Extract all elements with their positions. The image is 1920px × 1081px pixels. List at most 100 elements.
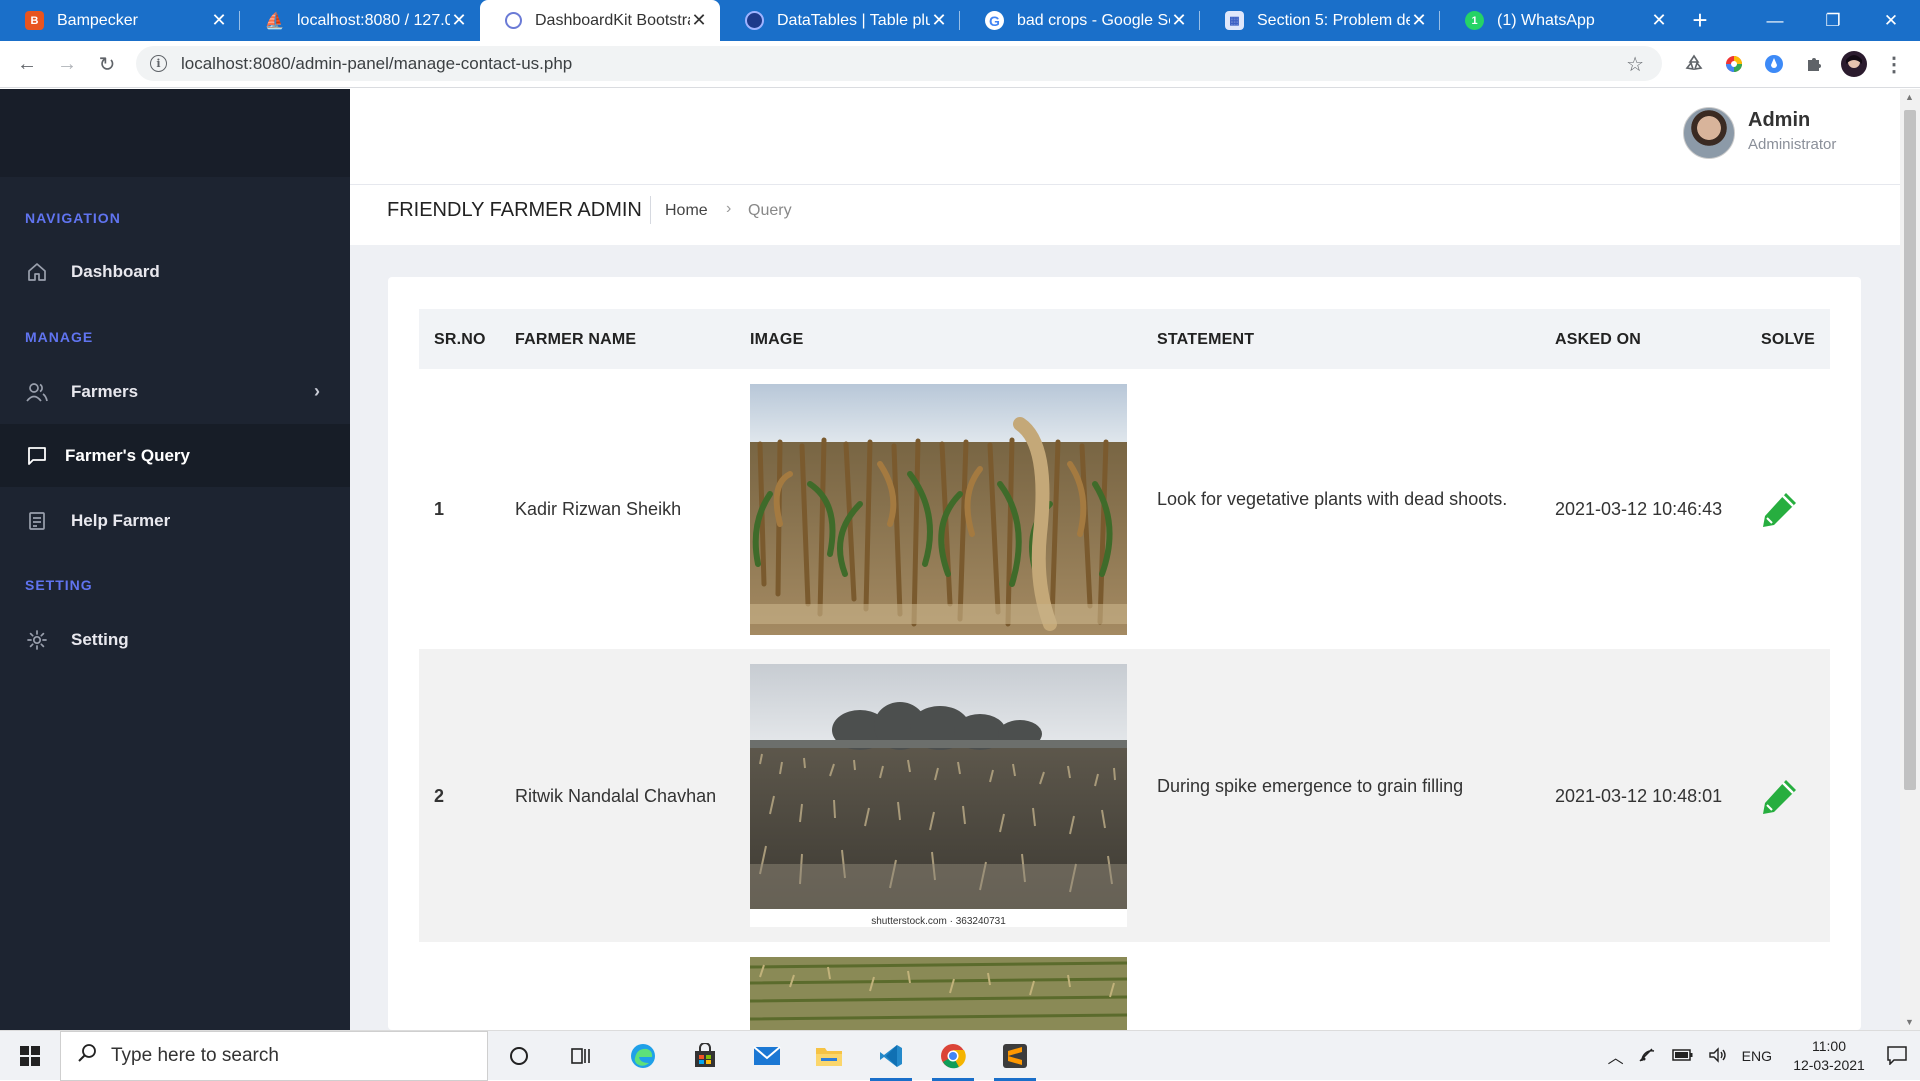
whatsapp-favicon-icon: 1 [1465, 11, 1484, 30]
close-tab-icon[interactable]: ✕ [1170, 10, 1188, 31]
window-controls: — ❐ ✕ [1746, 0, 1920, 41]
close-tab-icon[interactable]: ✕ [1410, 10, 1428, 31]
volume-icon[interactable] [1708, 1046, 1728, 1066]
solve-pencil-icon[interactable] [1758, 774, 1802, 818]
edge-browser-icon[interactable] [612, 1031, 674, 1081]
browser-tab-bampecker[interactable]: B Bampecker ✕ [0, 0, 240, 41]
home-icon [25, 260, 49, 284]
manage-section-header: MANAGE [25, 329, 94, 345]
clock-time: 11:00 [1812, 1038, 1846, 1054]
gear-icon [25, 628, 49, 652]
extensions-area: ⋮ [1680, 47, 1908, 81]
browser-tab-whatsapp[interactable]: 1 (1) WhatsApp ✕ [1440, 0, 1680, 41]
browser-tab-strip: B Bampecker ✕ ⛵ localhost:8080 / 127.0.0… [0, 0, 1920, 41]
user-name[interactable]: Admin [1748, 109, 1810, 132]
tab-title: Section 5: Problem description [1257, 11, 1410, 29]
setting-section-header: SETTING [25, 577, 93, 593]
close-tab-icon[interactable]: ✕ [210, 10, 228, 31]
sidebar-item-setting[interactable]: Setting [0, 608, 350, 671]
google-favicon-icon: G [985, 11, 1004, 30]
column-header-srno: SR.NO [434, 331, 486, 348]
profile-avatar-icon[interactable] [1840, 47, 1868, 81]
browser-toolbar: ← → ↻ i localhost:8080/admin-panel/manag… [0, 41, 1920, 88]
new-tab-button[interactable]: + [1680, 0, 1720, 41]
scroll-up-icon[interactable]: ▲ [1905, 92, 1914, 102]
color-wheel-extension-icon[interactable] [1720, 47, 1748, 81]
browser-tab-google-search[interactable]: G bad crops - Google Search ✕ [960, 0, 1200, 41]
row-statement: During spike emergence to grain filling [1157, 776, 1464, 796]
user-role: Administrator [1748, 136, 1837, 153]
breadcrumb-current: Query [748, 202, 792, 219]
sidebar-item-dashboard[interactable]: Dashboard [0, 240, 350, 303]
document-favicon-icon: ▦ [1225, 11, 1244, 30]
forward-icon[interactable]: → [47, 44, 87, 84]
browser-tab-section5[interactable]: ▦ Section 5: Problem description ✕ [1200, 0, 1440, 41]
search-placeholder: Type here to search [111, 1044, 279, 1066]
puzzle-extensions-icon[interactable] [1800, 47, 1828, 81]
avatar[interactable] [1683, 107, 1735, 159]
column-header-asked-on: ASKED ON [1555, 331, 1642, 348]
search-icon [77, 1043, 97, 1069]
scroll-down-icon[interactable]: ▼ [1905, 1017, 1914, 1027]
breadcrumb-divider [650, 196, 651, 224]
chevron-up-icon[interactable]: ︿ [1608, 1044, 1624, 1068]
nav-section-header: NAVIGATION [25, 210, 121, 226]
sidebar-item-farmers-query[interactable]: Farmer's Query [0, 424, 350, 487]
sublime-text-icon[interactable] [984, 1031, 1046, 1081]
browser-tab-phpmyadmin[interactable]: ⛵ localhost:8080 / 127.0.0.1 ✕ [240, 0, 480, 41]
reload-icon[interactable]: ↻ [87, 44, 127, 84]
page-scrollbar[interactable]: ▲ ▼ [1900, 89, 1920, 1030]
cortana-icon[interactable] [488, 1031, 550, 1081]
row-farmer-name: Ritwik Nandalal Chavhan [515, 786, 717, 806]
browser-menu-icon[interactable]: ⋮ [1880, 47, 1908, 81]
close-tab-icon[interactable]: ✕ [450, 10, 468, 31]
row-asked-on: 2021-03-12 10:46:43 [1555, 499, 1723, 519]
file-explorer-icon[interactable] [798, 1031, 860, 1081]
row-farmer-name: Kadir Rizwan Sheikh [515, 499, 682, 519]
clock-date: 12-03-2021 [1793, 1057, 1865, 1073]
task-view-icon[interactable] [550, 1031, 612, 1081]
sidebar-item-label: Dashboard [71, 261, 160, 281]
windows-start-icon[interactable] [0, 1031, 60, 1081]
mail-icon[interactable] [736, 1031, 798, 1081]
browser-tab-datatables[interactable]: DataTables | Table plug-in ✕ [720, 0, 960, 41]
row-sr-no: 2 [434, 786, 445, 806]
system-clock[interactable]: 11:00 12-03-2021 [1786, 1037, 1872, 1075]
blue-drop-extension-icon[interactable] [1760, 47, 1788, 81]
close-tab-icon[interactable]: ✕ [1650, 10, 1668, 31]
solve-pencil-icon[interactable] [1758, 487, 1802, 531]
notification-icon[interactable] [1886, 1045, 1908, 1068]
battery-icon[interactable] [1671, 1048, 1694, 1065]
site-info-icon[interactable]: i [150, 55, 167, 72]
close-tab-icon[interactable]: ✕ [930, 10, 948, 31]
recycle-extension-icon[interactable] [1680, 47, 1708, 81]
chrome-icon[interactable] [922, 1031, 984, 1081]
microsoft-store-icon[interactable] [674, 1031, 736, 1081]
minimize-icon[interactable]: — [1746, 0, 1804, 41]
url-text: localhost:8080/admin-panel/manage-contac… [181, 53, 573, 73]
language-indicator[interactable]: ENG [1742, 1048, 1772, 1064]
scrollbar-thumb[interactable] [1904, 110, 1916, 790]
breadcrumb-home-link[interactable]: Home [665, 202, 708, 220]
crop-photo-third-row [750, 957, 1127, 1030]
wifi-icon[interactable] [1638, 1047, 1658, 1066]
sidebar-item-label: Farmers [71, 381, 139, 401]
restore-icon[interactable]: ❐ [1804, 0, 1862, 41]
column-header-statement: STATEMENT [1157, 331, 1255, 348]
image-watermark-caption: shutterstock.com · 363240731 [871, 916, 1006, 927]
chevron-right-icon: › [314, 381, 320, 401]
browser-tab-dashboardkit[interactable]: DashboardKit Bootstrap ✕ [480, 0, 720, 41]
back-icon[interactable]: ← [7, 44, 47, 84]
close-tab-icon[interactable]: ✕ [690, 10, 708, 31]
sidebar-item-help-farmer[interactable]: Help Farmer [0, 489, 350, 552]
windows-taskbar: Type here to search ︿ ENG 11:00 12-03-20… [0, 1030, 1920, 1081]
tab-title: bad crops - Google Search [1017, 11, 1170, 29]
vscode-icon[interactable] [860, 1031, 922, 1081]
close-window-icon[interactable]: ✕ [1862, 0, 1920, 41]
taskbar-search-input[interactable]: Type here to search [60, 1030, 488, 1081]
row-asked-on: 2021-03-12 10:48:01 [1555, 786, 1723, 806]
sidebar-item-farmers[interactable]: Farmers › [0, 360, 350, 423]
address-bar[interactable]: i localhost:8080/admin-panel/manage-cont… [136, 46, 1662, 81]
bookmark-star-icon[interactable]: ☆ [1626, 52, 1644, 77]
tab-title: Bampecker [57, 11, 138, 29]
